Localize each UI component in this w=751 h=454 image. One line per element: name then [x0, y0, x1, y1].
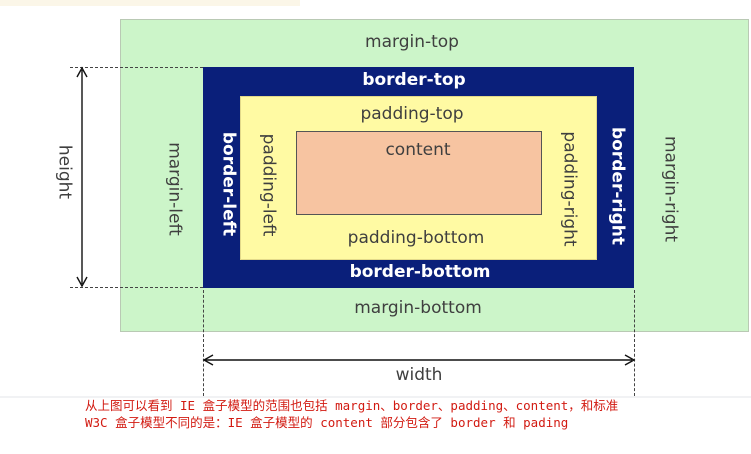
- margin-right-label: margin-right: [660, 135, 681, 243]
- width-guide-right: [634, 290, 635, 396]
- width-label: width: [395, 365, 443, 385]
- padding-right-label: padding-right: [559, 131, 580, 247]
- border-top-label: border-top: [362, 70, 466, 90]
- margin-left-label: margin-left: [164, 142, 185, 236]
- margin-top-label: margin-top: [365, 32, 459, 52]
- padding-left-label: padding-left: [258, 133, 279, 237]
- border-left-label: border-left: [218, 131, 239, 237]
- width-guide-left: [203, 290, 204, 396]
- border-right-label: border-right: [607, 127, 628, 245]
- note-line-1: 从上图可以看到 IE 盒子模型的范围也包括 margin、border、padd…: [85, 398, 619, 413]
- height-label: height: [54, 144, 75, 200]
- padding-bottom-label: padding-bottom: [347, 228, 485, 248]
- padding-top-label: padding-top: [360, 104, 464, 124]
- margin-bottom-label: margin-bottom: [354, 298, 482, 318]
- height-arrow: [76, 66, 88, 288]
- border-bottom-label: border-bottom: [349, 262, 491, 282]
- top-edge-strip: [0, 0, 300, 6]
- content-label: content: [385, 140, 451, 160]
- note-line-2: W3C 盒子模型不同的是：IE 盒子模型的 content 部分包含了 bord…: [85, 415, 569, 430]
